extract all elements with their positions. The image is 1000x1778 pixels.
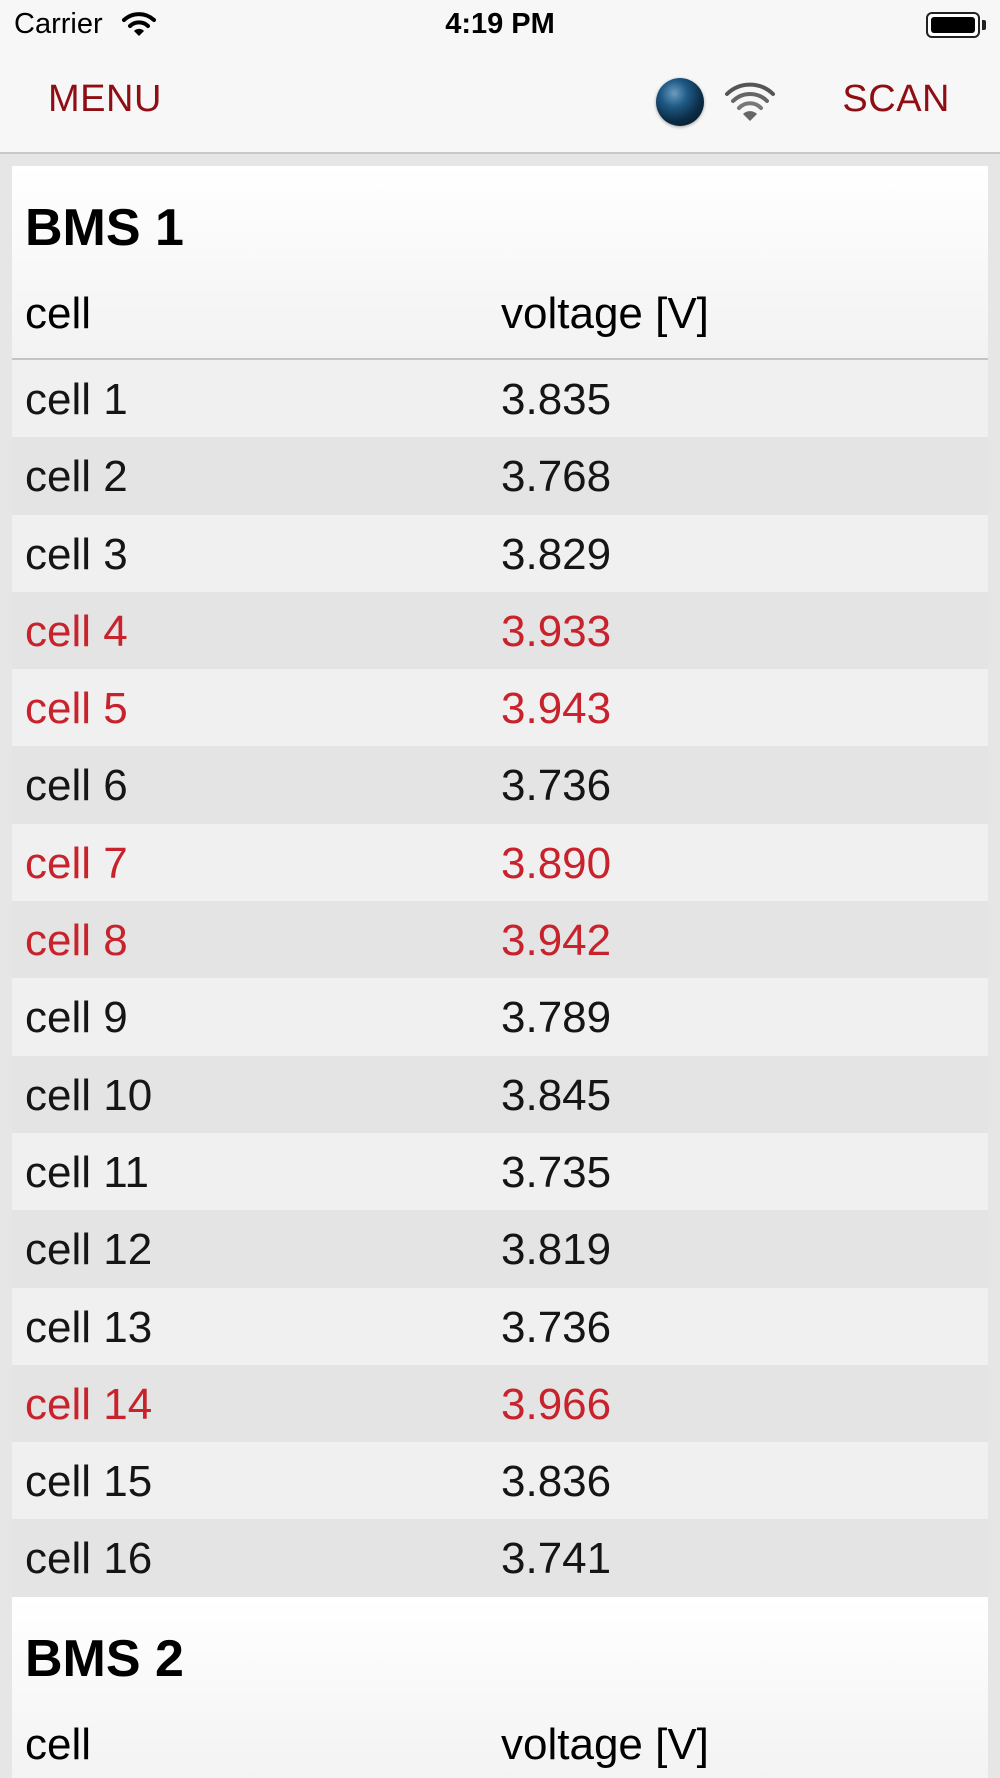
column-header-voltage: voltage [V]	[501, 1719, 709, 1769]
column-header-cell: cell	[25, 1719, 92, 1769]
bms-section: BMS 2 cell voltage [V]	[12, 1596, 988, 1778]
table-row: cell 16 3.741	[12, 1519, 988, 1597]
cell-voltage: 3.789	[501, 993, 612, 1043]
cell-voltage: 3.890	[501, 838, 612, 888]
table-row: cell 8 3.942	[12, 901, 988, 979]
cell-name: cell 3	[25, 529, 128, 579]
battery-icon	[926, 12, 986, 38]
cell-voltage: 3.829	[501, 529, 612, 579]
status-bar: Carrier 4:19 PM	[0, 0, 1000, 50]
cell-name: cell 9	[25, 993, 128, 1043]
column-header-voltage: voltage [V]	[501, 289, 709, 338]
table-row: cell 3 3.829	[12, 514, 988, 592]
table-row: cell 5 3.943	[12, 669, 988, 747]
cell-voltage: 3.845	[501, 1070, 612, 1120]
table-row: cell 10 3.845	[12, 1055, 988, 1133]
nav-bar: MENU SCAN	[0, 50, 1000, 154]
cell-name: cell 15	[25, 1457, 153, 1507]
cell-voltage: 3.736	[501, 1302, 612, 1352]
table-row: cell 4 3.933	[12, 591, 988, 670]
table-row: cell 13 3.736	[12, 1287, 988, 1365]
cell-voltage: 3.819	[501, 1225, 612, 1275]
cell-name: cell 13	[25, 1302, 153, 1352]
bms-section-header: BMS 1 cell voltage [V]	[12, 166, 988, 360]
table-row: cell 12 3.819	[12, 1210, 988, 1288]
cell-voltage: 3.933	[501, 606, 612, 656]
cell-name: cell 10	[25, 1070, 153, 1120]
cell-table: cell 1 3.835 cell 2 3.768 cell 3 3.829 cell 4 3…	[12, 360, 988, 1597]
cell-name: cell 8	[25, 916, 128, 966]
table-row: cell 6 3.736	[12, 746, 988, 824]
cell-name: cell 5	[25, 684, 128, 734]
bms-title: BMS 1	[25, 199, 184, 257]
column-header-cell: cell	[25, 289, 92, 338]
column-headers: cell voltage [V]	[12, 1701, 988, 1778]
cell-voltage: 3.942	[501, 916, 612, 966]
cell-name: cell 14	[25, 1379, 153, 1429]
cell-name: cell 2	[25, 452, 128, 502]
cell-name: cell 6	[25, 761, 128, 811]
cell-name: cell 1	[25, 375, 128, 424]
table-row: cell 15 3.836	[12, 1442, 988, 1520]
cell-name: cell 16	[25, 1534, 153, 1584]
cell-voltage: 3.768	[501, 452, 612, 502]
cell-voltage: 3.741	[501, 1534, 612, 1584]
table-row: cell 1 3.835	[12, 360, 988, 438]
cell-name: cell 11	[25, 1147, 149, 1197]
cell-voltage: 3.966	[501, 1379, 612, 1429]
table-row: cell 11 3.735	[12, 1132, 988, 1211]
column-headers: cell voltage [V]	[12, 270, 988, 360]
cell-voltage: 3.836	[501, 1457, 612, 1507]
clock: 4:19 PM	[445, 8, 555, 40]
table-row: cell 9 3.789	[12, 978, 988, 1056]
connection-status-icon	[656, 78, 704, 126]
cell-name: cell 12	[25, 1225, 153, 1275]
bms-list: BMS 1 cell voltage [V] cell 1 3.835 cell 2…	[12, 166, 988, 1778]
bms-section-header: BMS 2 cell voltage [V]	[12, 1596, 988, 1778]
scan-button[interactable]: SCAN	[842, 78, 950, 121]
wireless-signal-icon	[725, 82, 775, 121]
bms-title: BMS 2	[25, 1629, 184, 1688]
table-row: cell 7 3.890	[12, 823, 988, 902]
bms-section: BMS 1 cell voltage [V] cell 1 3.835 cell 2…	[12, 166, 988, 1597]
cell-voltage: 3.736	[501, 761, 612, 811]
menu-button[interactable]: MENU	[48, 78, 162, 121]
cell-voltage: 3.835	[501, 375, 612, 424]
cell-name: cell 7	[25, 838, 128, 888]
cell-voltage: 3.735	[501, 1147, 612, 1197]
table-row: cell 2 3.768	[12, 437, 988, 515]
cell-voltage: 3.943	[501, 684, 612, 734]
table-row: cell 14 3.966	[12, 1364, 988, 1443]
cell-name: cell 4	[25, 606, 128, 656]
